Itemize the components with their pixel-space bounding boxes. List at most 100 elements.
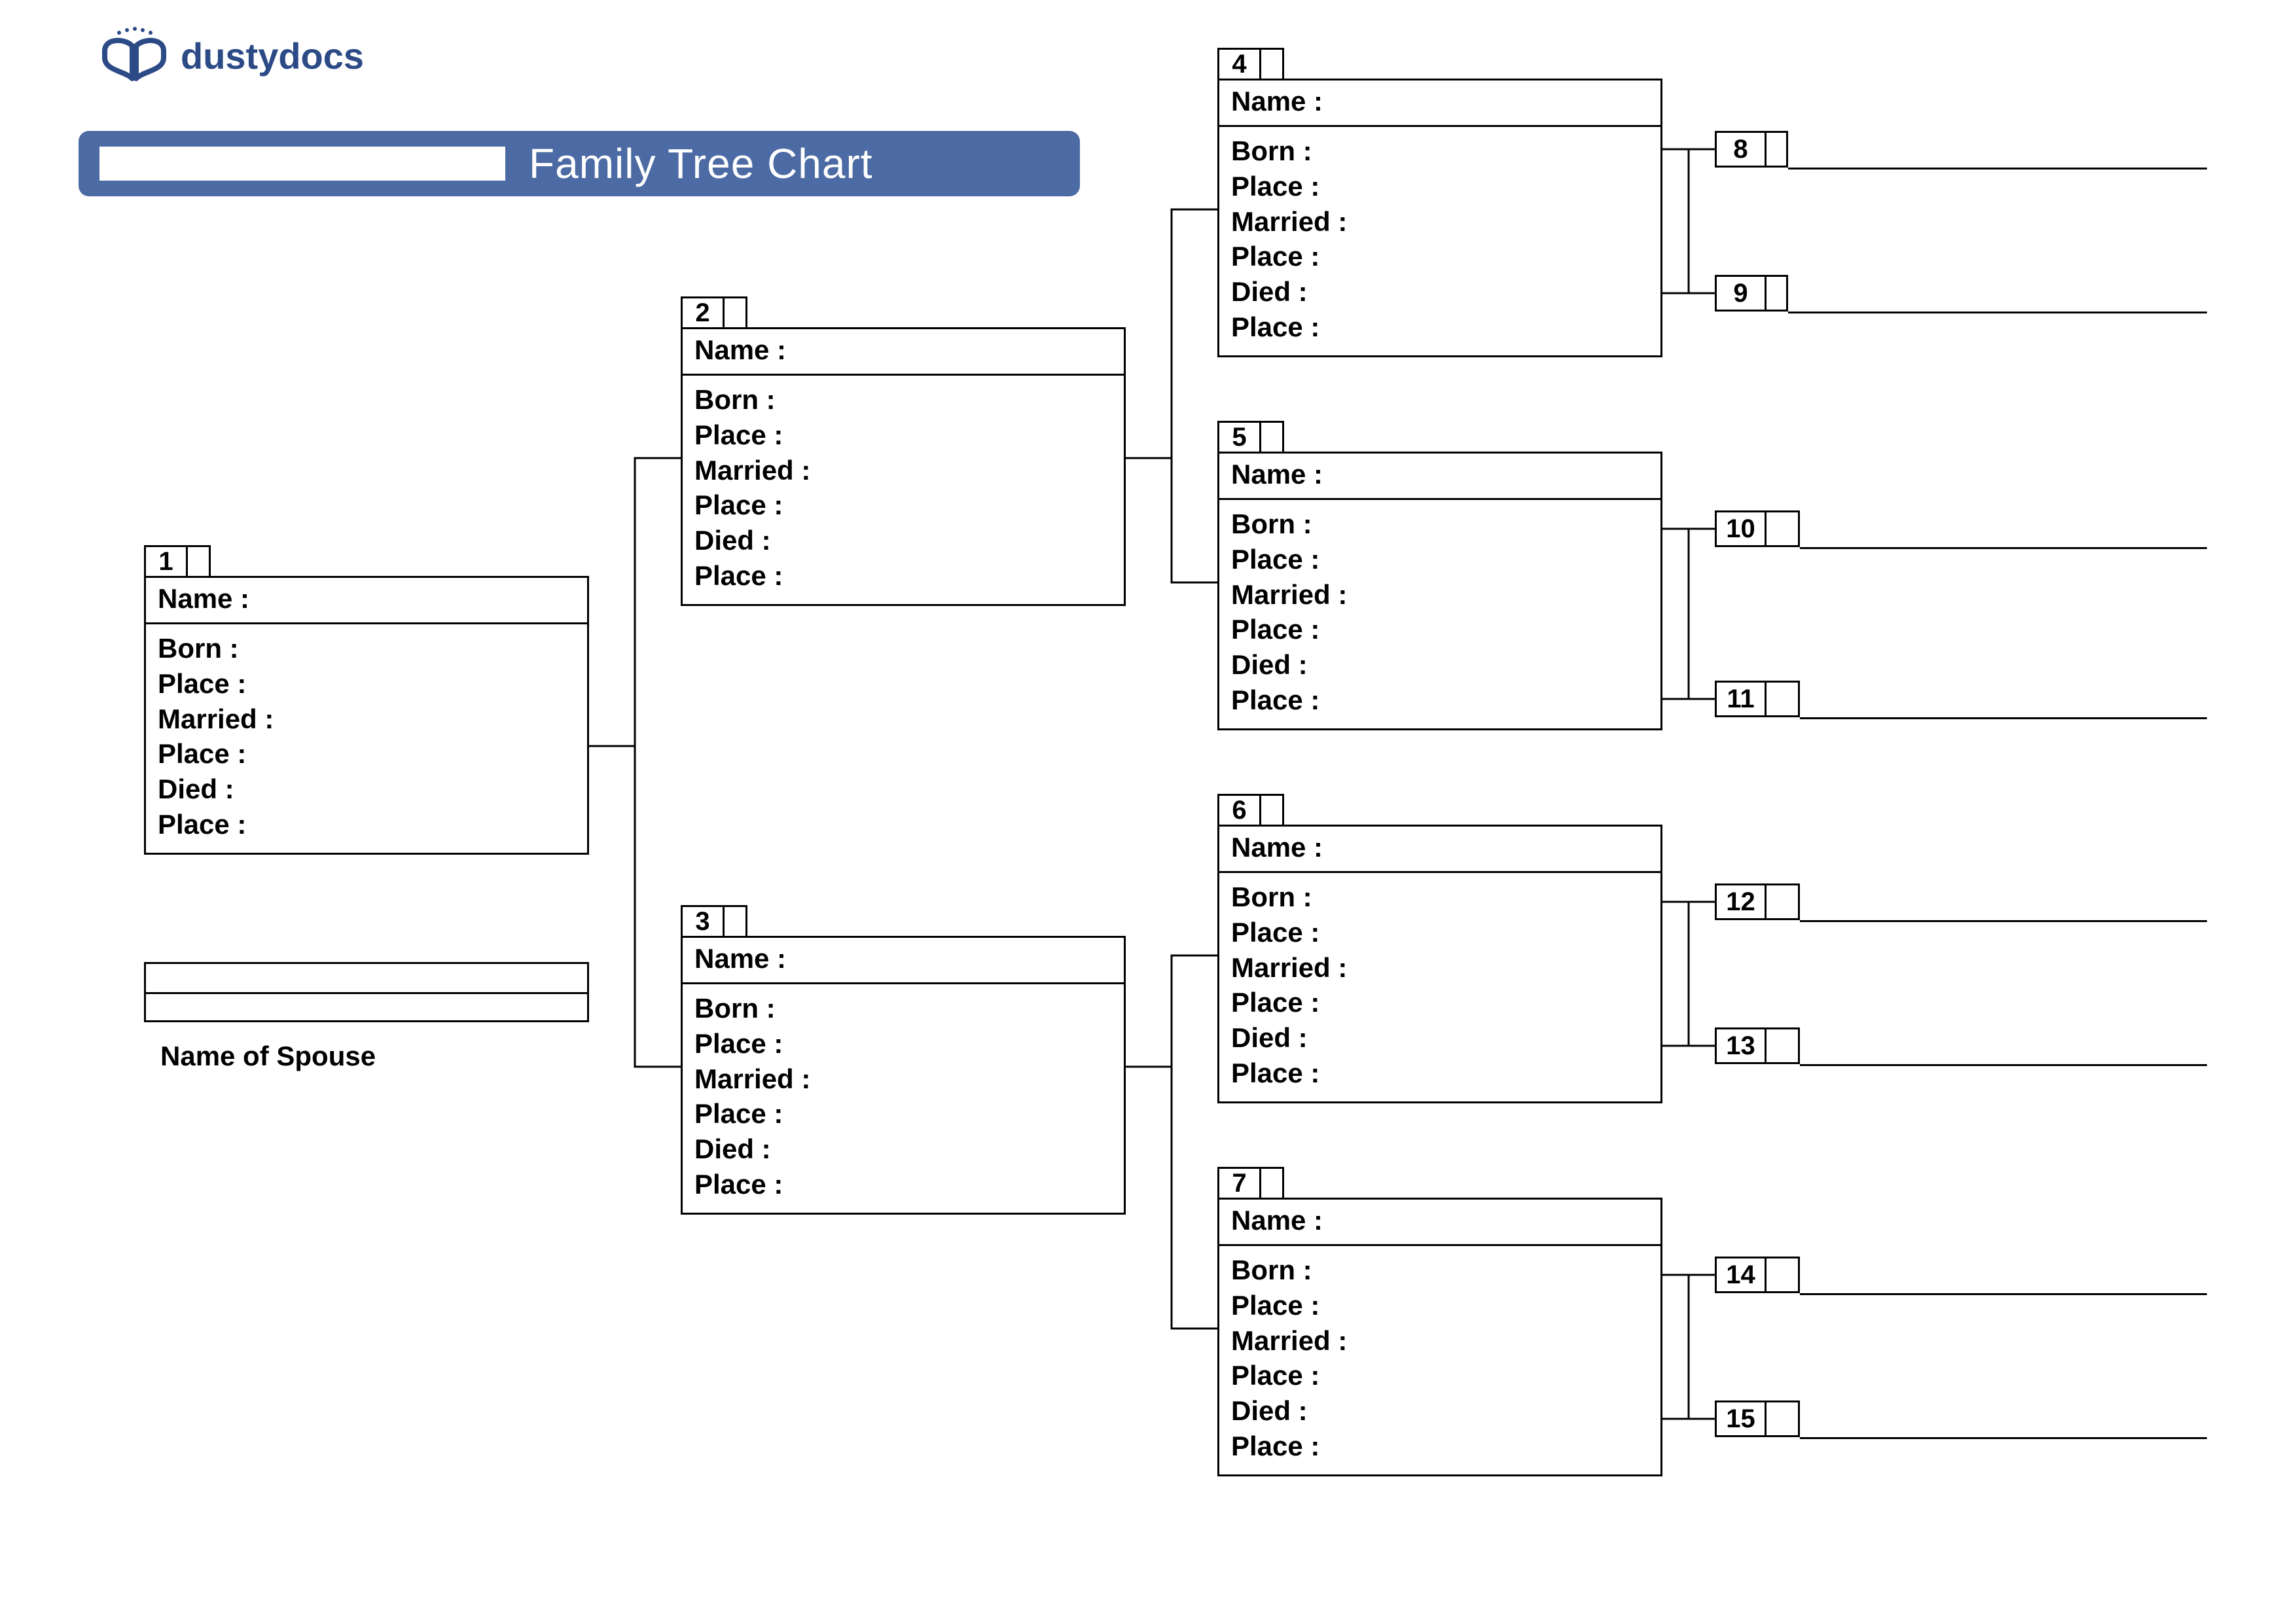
person-number-4: 4 — [1219, 50, 1261, 79]
ancestor-slot-13[interactable]: 13 — [1715, 1027, 1800, 1064]
place-label: Place : — [1231, 239, 1649, 274]
person-body-7[interactable]: Born : Place : Married : Place : Died : … — [1219, 1246, 1660, 1474]
place-label: Place : — [694, 488, 1112, 523]
slot-number-14: 14 — [1717, 1258, 1767, 1291]
born-label: Born : — [694, 382, 1112, 418]
person-tag-7: 7 — [1217, 1167, 1284, 1200]
person-tag-blank-2[interactable] — [725, 298, 745, 327]
married-label: Married : — [694, 453, 1112, 488]
title-blank-field[interactable] — [99, 147, 505, 181]
person-number-3: 3 — [683, 907, 725, 936]
name-label[interactable]: Name : — [1219, 827, 1660, 873]
place-label: Place : — [1231, 1288, 1649, 1323]
name-label[interactable]: Name : — [1219, 454, 1660, 500]
ancestor-slot-10[interactable]: 10 — [1715, 510, 1800, 547]
place-label: Place : — [1231, 1429, 1649, 1464]
person-body-5[interactable]: Born : Place : Married : Place : Died : … — [1219, 500, 1660, 728]
person-tag-blank-4[interactable] — [1261, 50, 1282, 79]
place-label: Place : — [694, 1096, 1112, 1132]
person-body-1[interactable]: Born : Place : Married : Place : Died : … — [146, 624, 587, 853]
person-box-1: 1 Name : Born : Place : Married : Place … — [144, 576, 589, 855]
ancestor-slot-15[interactable]: 15 — [1715, 1400, 1800, 1437]
slot-underline-11 — [1800, 717, 2207, 719]
slot-underline-10 — [1800, 547, 2207, 549]
person-tag-blank-3[interactable] — [725, 907, 745, 936]
place-label: Place : — [1231, 542, 1649, 577]
place-label: Place : — [1231, 1358, 1649, 1393]
ancestor-slot-14[interactable]: 14 — [1715, 1257, 1800, 1293]
died-label: Died : — [694, 1132, 1112, 1167]
person-number-2: 2 — [683, 298, 725, 327]
person-box-4: 4 Name : Born : Place : Married : Place … — [1217, 79, 1662, 357]
slot-number-12: 12 — [1717, 885, 1767, 918]
married-label: Married : — [158, 702, 575, 737]
person-tag-blank-7[interactable] — [1261, 1169, 1282, 1198]
name-label[interactable]: Name : — [683, 938, 1124, 984]
born-label: Born : — [694, 991, 1112, 1026]
slot-underline-12 — [1800, 920, 2207, 922]
place-label: Place : — [1231, 683, 1649, 718]
married-label: Married : — [1231, 204, 1649, 240]
place-label: Place : — [694, 1167, 1112, 1202]
ancestor-slot-8[interactable]: 8 — [1715, 131, 1788, 168]
person-body-3[interactable]: Born : Place : Married : Place : Died : … — [683, 984, 1124, 1213]
place-label: Place : — [1231, 915, 1649, 950]
married-label: Married : — [1231, 1323, 1649, 1359]
slot-number-8: 8 — [1717, 133, 1767, 166]
brand-name: dustydocs — [181, 35, 364, 77]
born-label: Born : — [1231, 1253, 1649, 1288]
born-label: Born : — [158, 631, 575, 666]
name-label[interactable]: Name : — [146, 578, 587, 624]
person-body-6[interactable]: Born : Place : Married : Place : Died : … — [1219, 873, 1660, 1101]
died-label: Died : — [1231, 647, 1649, 683]
person-box-2: 2 Name : Born : Place : Married : Place … — [681, 327, 1126, 606]
person-tag-4: 4 — [1217, 48, 1284, 80]
name-label[interactable]: Name : — [1219, 1200, 1660, 1246]
person-tag-blank-1[interactable] — [188, 547, 209, 576]
person-tag-2: 2 — [681, 296, 747, 329]
place-label: Place : — [1231, 169, 1649, 204]
place-label: Place : — [1231, 612, 1649, 647]
person-tag-blank-5[interactable] — [1261, 423, 1282, 452]
slot-underline-8 — [1788, 168, 2207, 169]
slot-number-15: 15 — [1717, 1402, 1767, 1435]
person-tag-6: 6 — [1217, 794, 1284, 827]
slot-underline-13 — [1800, 1064, 2207, 1066]
place-label: Place : — [158, 666, 575, 702]
spouse-box[interactable] — [144, 962, 589, 1022]
place-label: Place : — [158, 807, 575, 842]
slot-number-13: 13 — [1717, 1029, 1767, 1062]
slot-number-10: 10 — [1717, 512, 1767, 545]
person-body-4[interactable]: Born : Place : Married : Place : Died : … — [1219, 127, 1660, 355]
place-label: Place : — [1231, 310, 1649, 345]
ancestor-slot-12[interactable]: 12 — [1715, 883, 1800, 920]
died-label: Died : — [1231, 274, 1649, 310]
place-label: Place : — [1231, 985, 1649, 1020]
ancestor-slot-11[interactable]: 11 — [1715, 681, 1800, 717]
name-label[interactable]: Name : — [1219, 80, 1660, 127]
born-label: Born : — [1231, 880, 1649, 915]
person-tag-blank-6[interactable] — [1261, 796, 1282, 825]
married-label: Married : — [1231, 577, 1649, 613]
slot-underline-9 — [1788, 312, 2207, 313]
place-label: Place : — [694, 558, 1112, 594]
person-body-2[interactable]: Born : Place : Married : Place : Died : … — [683, 376, 1124, 604]
person-number-6: 6 — [1219, 796, 1261, 825]
slot-number-11: 11 — [1717, 683, 1767, 715]
married-label: Married : — [694, 1061, 1112, 1097]
died-label: Died : — [158, 772, 575, 807]
person-box-6: 6 Name : Born : Place : Married : Place … — [1217, 825, 1662, 1103]
slot-underline-15 — [1800, 1437, 2207, 1439]
page-title: Family Tree Chart — [529, 139, 873, 188]
logo-mark-icon — [98, 26, 170, 85]
person-box-7: 7 Name : Born : Place : Married : Place … — [1217, 1198, 1662, 1476]
person-number-1: 1 — [146, 547, 188, 576]
ancestor-slot-9[interactable]: 9 — [1715, 275, 1788, 312]
title-bar: Family Tree Chart — [79, 131, 1080, 196]
person-box-3: 3 Name : Born : Place : Married : Place … — [681, 936, 1126, 1215]
died-label: Died : — [1231, 1020, 1649, 1056]
person-box-5: 5 Name : Born : Place : Married : Place … — [1217, 452, 1662, 730]
place-label: Place : — [694, 418, 1112, 453]
name-label[interactable]: Name : — [683, 329, 1124, 376]
person-tag-1: 1 — [144, 545, 211, 578]
